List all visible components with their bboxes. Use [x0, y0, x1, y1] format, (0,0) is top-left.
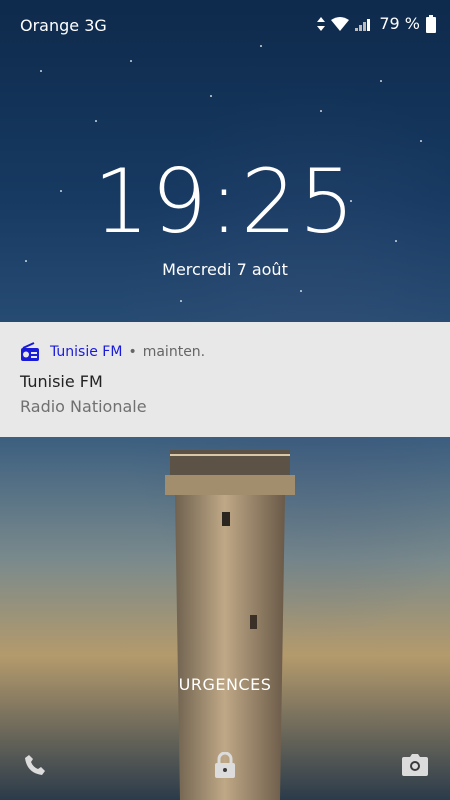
notification-timestamp: mainten. [142, 344, 206, 360]
notification-title: Tunisie FM [20, 372, 103, 391]
status-icons: 79 % [317, 14, 436, 33]
lock-icon[interactable] [210, 750, 240, 780]
emergency-call-button[interactable]: URGENCES [0, 675, 450, 694]
notification-separator: • [128, 344, 137, 360]
phone-icon[interactable] [20, 750, 50, 780]
data-arrows-icon [317, 16, 326, 31]
camera-icon[interactable] [400, 750, 430, 780]
radio-icon [21, 342, 39, 361]
lock-date: Mercredi 7 août [162, 260, 288, 279]
carrier-name: Orange 3G [20, 16, 107, 35]
lock-clock: 19:25 [93, 150, 357, 253]
notification-card[interactable]: Tunisie FM • mainten. Tunisie FM Radio N… [0, 322, 450, 437]
battery-icon [426, 14, 436, 33]
notification-text: Radio Nationale [20, 397, 147, 416]
notification-app-name: Tunisie FM [50, 344, 123, 360]
signal-icon [355, 18, 371, 31]
lighthouse-image [165, 450, 295, 800]
battery-percent: 79 % [379, 14, 420, 33]
status-bar: Orange 3G 79 % [0, 0, 450, 50]
notification-header: Tunisie FM • mainten. [20, 342, 205, 362]
wifi-icon [331, 16, 350, 31]
